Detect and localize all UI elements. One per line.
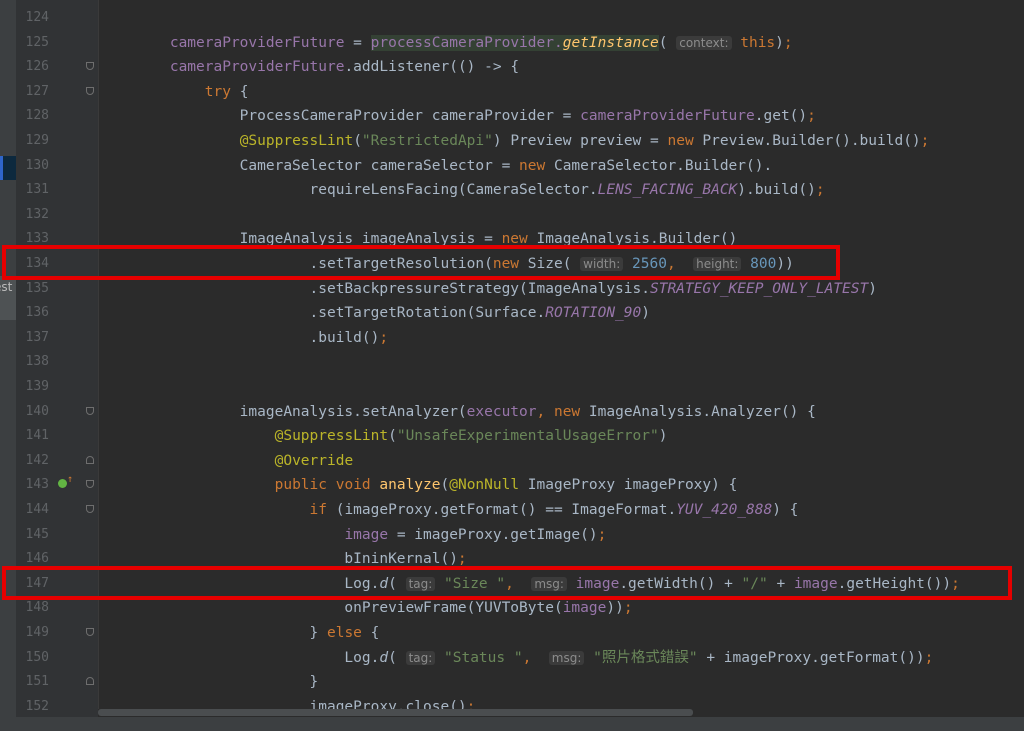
line-number: 125 (25, 34, 49, 50)
code-text: requireLensFacing(CameraSelector.LENS_FA… (100, 182, 825, 199)
fold-toggle-icon[interactable] (86, 505, 94, 513)
code-text: image = imageProxy.getImage(); (344, 526, 607, 543)
implements-arrow-icon: ↑ (67, 474, 74, 486)
code-line[interactable]: 125 cameraProviderFuture = processCamera… (0, 31, 1024, 56)
line-number: 128 (25, 108, 49, 124)
override-marker-icon[interactable] (58, 479, 67, 489)
code-line[interactable]: 139 (0, 375, 1024, 400)
code-line[interactable]: 143 ↑ public void analyze(@NonNull ImageP… (0, 473, 1024, 498)
code-text: @SuppressLint("RestrictedApi") Preview p… (239, 133, 930, 149)
code-text: ProcessCameraProvider cameraProvider = c… (100, 108, 816, 125)
code-line[interactable]: 135 .setBackpressureStrategy(ImageAnalys… (0, 277, 1024, 302)
code-text: CameraSelector cameraSelector = new Came… (100, 157, 773, 174)
code-line[interactable]: 129 @SuppressLint("RestrictedApi") Previ… (0, 129, 1024, 154)
code-text: cameraProviderFuture.addListener(() -> { (169, 59, 520, 76)
code-text: .setBackpressureStrategy(ImageAnalysis.S… (100, 280, 877, 297)
fold-toggle-icon[interactable] (86, 455, 94, 464)
code-text: @SuppressLint("UnsafeExperimentalUsageEr… (274, 428, 668, 445)
horizontal-scrollbar-thumb[interactable] (98, 709, 693, 716)
code-line[interactable]: 130 CameraSelector cameraSelector = new … (0, 154, 1024, 179)
line-number: 131 (25, 182, 49, 198)
fold-toggle-icon[interactable] (86, 406, 94, 415)
code-text: cameraProviderFuture = processCameraProv… (169, 34, 793, 51)
line-number: 145 (25, 526, 49, 542)
fold-toggle-icon[interactable] (86, 62, 94, 71)
line-number: 138 (25, 354, 49, 370)
code-text: public void analyze(@NonNull ImageProxy … (274, 477, 738, 494)
line-number: 148 (25, 600, 49, 616)
line-number: 151 (25, 674, 49, 690)
fold-toggle-icon[interactable] (86, 86, 94, 95)
code-text: Log.d( tag: "Status ", msg: "照片格式錯誤" + i… (100, 649, 934, 666)
line-number: 142 (25, 452, 49, 468)
line-number: 129 (25, 133, 49, 148)
line-number: 136 (25, 305, 49, 321)
fold-toggle-icon[interactable] (86, 480, 94, 489)
code-text: if (imageProxy.getFormat() == ImageForma… (309, 502, 799, 518)
code-text: imageAnalysis.setAnalyzer(executor, new … (100, 403, 816, 420)
code-line[interactable]: 140 imageAnalysis.setAnalyzer(executor, … (0, 400, 1024, 425)
highlight-box-line-134 (2, 245, 840, 280)
code-line[interactable]: 142 @Override (0, 449, 1024, 474)
code-line[interactable]: 148 onPreviewFrame(YUVToByte(image)); (0, 596, 1024, 621)
line-number: 144 (25, 502, 49, 517)
code-line[interactable]: 138 (0, 350, 1024, 375)
line-number: 139 (25, 379, 49, 394)
fold-toggle-icon[interactable] (86, 677, 94, 686)
code-line[interactable]: 132 (0, 203, 1024, 228)
line-number: 152 (25, 698, 49, 714)
fold-toggle-icon[interactable] (86, 628, 94, 636)
line-number: 124 (25, 10, 49, 25)
code-line[interactable]: 150 Log.d( tag: "Status ", msg: "照片格式錯誤"… (0, 646, 1024, 671)
code-text: .build(); (100, 329, 389, 346)
line-number: 150 (25, 649, 49, 665)
line-number: 132 (25, 206, 49, 222)
line-number: 130 (25, 157, 49, 173)
code-line[interactable]: 124 (0, 6, 1024, 31)
code-line[interactable]: 126 cameraProviderFuture.addListener(() … (0, 55, 1024, 80)
code-line[interactable]: 144 if (imageProxy.getFormat() == ImageF… (0, 498, 1024, 523)
code-line[interactable]: 131 requireLensFacing(CameraSelector.LEN… (0, 178, 1024, 203)
line-number: 126 (25, 59, 49, 75)
code-line[interactable]: 137 .build(); (0, 326, 1024, 351)
line-number: 141 (25, 428, 49, 444)
code-text: try { (204, 83, 249, 100)
code-line[interactable]: 128 ProcessCameraProvider cameraProvider… (0, 104, 1024, 129)
line-number: 143 (25, 477, 49, 493)
line-number: 137 (25, 329, 49, 345)
line-number: 149 (25, 625, 49, 640)
code-line[interactable]: 149 } else { (0, 621, 1024, 646)
code-text: onPreviewFrame(YUVToByte(image)); (100, 600, 633, 617)
code-line[interactable]: 145 image = imageProxy.getImage(); (0, 523, 1024, 548)
code-text: .setTargetRotation(Surface.ROTATION_90) (100, 305, 650, 322)
code-text: } (100, 674, 319, 691)
line-number: 140 (25, 403, 49, 419)
code-line[interactable]: 151 } (0, 670, 1024, 695)
code-text: @Override (274, 452, 354, 469)
code-text: } else { (100, 625, 380, 641)
line-number: 127 (25, 83, 49, 99)
bottom-bar (0, 717, 1024, 731)
highlight-box-line-147 (2, 566, 1012, 600)
code-line[interactable]: 141 @SuppressLint("UnsafeExperimentalUsa… (0, 424, 1024, 449)
code-editor[interactable]: 124 125 cameraProviderFuture = processCam… (0, 0, 1024, 731)
code-line[interactable]: 127 try { (0, 80, 1024, 105)
line-number: 135 (25, 280, 49, 296)
code-line[interactable]: 136 .setTargetRotation(Surface.ROTATION_… (0, 301, 1024, 326)
